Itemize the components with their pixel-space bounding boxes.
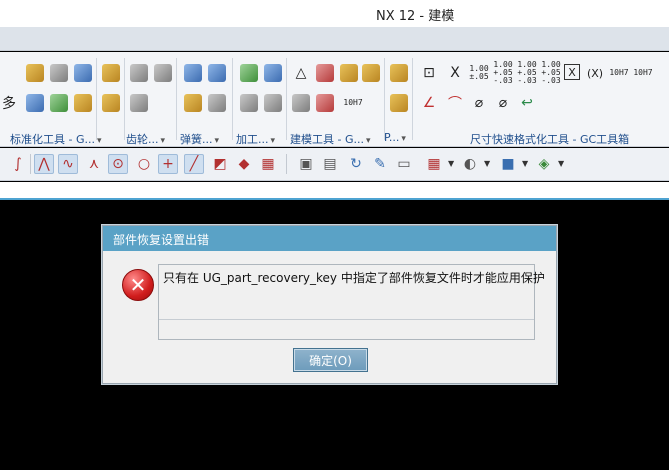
cross-icon[interactable]: + <box>158 154 178 174</box>
curve-icon[interactable]: ∫ <box>8 154 28 174</box>
arc-dim-icon[interactable]: ⌒ <box>446 94 464 112</box>
graphics-header-strip <box>0 182 669 200</box>
point-icon[interactable]: ⊙ <box>108 154 128 174</box>
window-titlebar: NX 12 - 建模 <box>0 0 669 27</box>
spring-icon[interactable] <box>184 64 202 82</box>
frame-view-icon[interactable]: ▤ <box>320 154 340 174</box>
layout-dropdown-icon[interactable]: ▼ <box>448 159 454 168</box>
drill-icon[interactable] <box>264 64 282 82</box>
curve-toolbar: ∫ ⋀ ∿ ⋏ ⊙ ○ + ╱ ◩ ◆ ▦ ▣ ▤ ↻ ✎ ▭ ▦ ▼ ◐ ▼ … <box>0 148 669 181</box>
render-dropdown-icon[interactable]: ▼ <box>484 159 490 168</box>
dimension-frame-icon[interactable]: ⊡ <box>420 64 438 82</box>
doc-icon[interactable] <box>292 94 310 112</box>
partial-icon[interactable]: 多 <box>0 94 18 112</box>
spring-tall-icon[interactable] <box>208 64 226 82</box>
undo-icon[interactable]: ↩ <box>518 94 536 112</box>
brush-icon[interactable]: ✎ <box>370 154 390 174</box>
point-set-icon[interactable]: ⋏ <box>84 154 104 174</box>
cube-icon[interactable]: ■ <box>498 154 518 174</box>
group-label-dimension: 尺寸快速格式化工具 - GC工具箱 <box>470 133 630 146</box>
window-title: NX 12 - 建模 <box>376 9 455 24</box>
boxed-x-icon[interactable]: X <box>564 64 580 80</box>
group-label-spring[interactable]: 弹簧... ▾ <box>180 131 219 147</box>
machining-icon[interactable] <box>240 64 258 82</box>
panel-icon[interactable]: ▭ <box>394 154 414 174</box>
message-box: 只有在 UG_part_recovery_key 中指定了部件恢复文件时才能应用… <box>158 264 545 340</box>
surface-icon[interactable]: ◩ <box>210 154 230 174</box>
blocks-icon[interactable] <box>390 94 408 112</box>
box-icon[interactable] <box>102 94 120 112</box>
frame-icon[interactable] <box>362 64 380 82</box>
table-icon[interactable] <box>316 64 334 82</box>
tolerance-basic-icon[interactable]: 1.00 +.05 -.03 <box>541 61 560 85</box>
gear-pair-icon[interactable] <box>154 64 172 82</box>
ruler-icon[interactable] <box>316 94 334 112</box>
triangle-icon[interactable]: △ <box>292 64 310 82</box>
stack-icon[interactable] <box>50 64 68 82</box>
x-icon[interactable]: X <box>446 64 464 82</box>
ok-button[interactable]: 确定(O) <box>293 348 368 372</box>
view-icon[interactable]: ▣ <box>296 154 316 174</box>
standard-part-icon[interactable] <box>26 64 44 82</box>
tool-icon[interactable] <box>26 94 44 112</box>
group-label-standard[interactable]: 标准化工具 - G... ▾ <box>10 131 102 147</box>
spline-icon[interactable]: ∿ <box>58 154 78 174</box>
puzzle-icon[interactable] <box>50 94 68 112</box>
mill-icon[interactable] <box>240 94 258 112</box>
paren-x-icon[interactable]: (X) <box>586 64 604 82</box>
diameter-slash-icon[interactable]: ⌀ <box>494 94 512 112</box>
layers-icon[interactable] <box>74 64 92 82</box>
error-icon: ✕ <box>122 269 154 301</box>
ribbon: 多 △ 10H7 ⊡ X 1.00 ±.05 1.00 +.05 -.03 1.… <box>0 52 669 147</box>
grid-icon[interactable]: ▦ <box>258 154 278 174</box>
fit-icon[interactable]: 10H7 <box>608 64 630 82</box>
line-icon[interactable]: ╱ <box>184 154 204 174</box>
diameter-icon[interactable]: ⌀ <box>470 94 488 112</box>
radius-icon[interactable]: ∠ <box>420 94 438 112</box>
dialog-title: 部件恢复设置出错 <box>103 226 556 251</box>
gear-icon[interactable] <box>130 64 148 82</box>
render-icon[interactable]: ◐ <box>460 154 480 174</box>
spring-tool-icon[interactable] <box>208 94 226 112</box>
tolerance-limit-icon[interactable]: 1.00 +.05 -.03 <box>517 61 536 85</box>
tolerance-sym-icon[interactable]: 1.00 ±.05 <box>469 62 488 84</box>
circle-icon[interactable]: ○ <box>134 154 154 174</box>
mark-icon[interactable] <box>340 64 358 82</box>
rotate-icon[interactable]: ↻ <box>346 154 366 174</box>
error-message: 只有在 UG_part_recovery_key 中指定了部件恢复文件时才能应用… <box>163 271 545 285</box>
polyline-icon[interactable]: ⋀ <box>34 154 54 174</box>
fit-10h7-icon[interactable]: 10H7 <box>343 94 362 112</box>
pencil-icon[interactable] <box>102 64 120 82</box>
group-label-modeling[interactable]: 建模工具 - G... ▾ <box>290 131 371 147</box>
filter-dropdown-icon[interactable]: ▼ <box>558 159 564 168</box>
face-icon[interactable]: ◆ <box>234 154 254 174</box>
group-label-gear[interactable]: 齿轮... ▾ <box>126 131 165 147</box>
ribbon-tab-bar <box>0 27 669 51</box>
error-dialog: 部件恢复设置出错 ✕ 只有在 UG_part_recovery_key 中指定了… <box>102 225 557 384</box>
filter-icon[interactable]: ◈ <box>534 154 554 174</box>
group-label-p[interactable]: P... ▾ <box>384 131 406 144</box>
coil-icon[interactable] <box>184 94 202 112</box>
fit-stack-icon[interactable]: 10H7 <box>632 64 654 82</box>
message-divider <box>159 319 534 320</box>
cutter-icon[interactable] <box>264 94 282 112</box>
block-icon[interactable] <box>390 64 408 82</box>
tolerance-dev-icon[interactable]: 1.00 +.05 -.03 <box>493 61 512 85</box>
group-label-machining[interactable]: 加工... ▾ <box>236 131 275 147</box>
bolt-icon[interactable] <box>74 94 92 112</box>
layout-icon[interactable]: ▦ <box>424 154 444 174</box>
cube-dropdown-icon[interactable]: ▼ <box>522 159 528 168</box>
rack-icon[interactable] <box>130 94 148 112</box>
